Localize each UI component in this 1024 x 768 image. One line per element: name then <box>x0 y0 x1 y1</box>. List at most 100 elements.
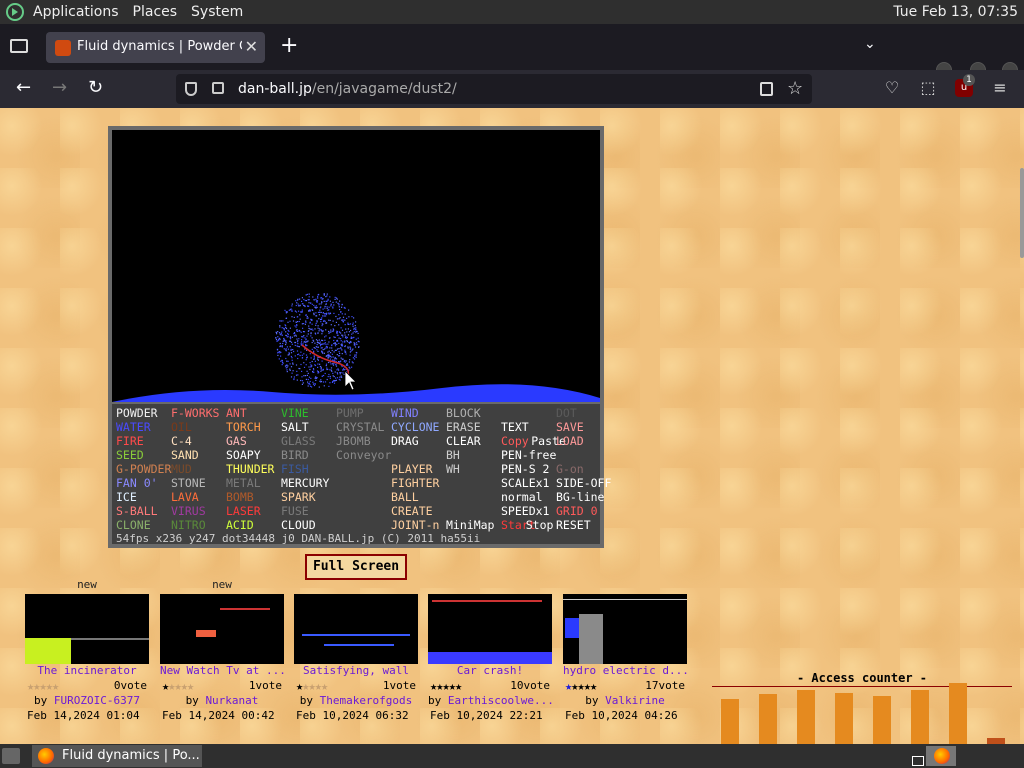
element-mud[interactable]: MUD <box>171 462 192 476</box>
element-bg-line[interactable]: BG-line <box>556 490 604 504</box>
element-glass[interactable]: GLASS <box>281 434 316 448</box>
game-canvas[interactable] <box>112 130 600 402</box>
element-laser[interactable]: LASER <box>226 504 261 518</box>
game-title[interactable]: Satisfying, wall <box>294 664 418 677</box>
firefox-view-icon[interactable] <box>10 39 28 53</box>
places-menu[interactable]: Places <box>126 0 185 24</box>
panel-clock[interactable]: Tue Feb 13, 07:35 <box>893 0 1018 24</box>
element-vine[interactable]: VINE <box>281 406 309 420</box>
element-c-4[interactable]: C-4 <box>171 434 192 448</box>
element-torch[interactable]: TORCH <box>226 420 261 434</box>
element-fan-0-[interactable]: FAN 0' <box>116 476 158 490</box>
element-side-off[interactable]: SIDE-OFF <box>556 476 611 490</box>
page-scrollbar[interactable] <box>1020 168 1024 258</box>
element-fighter[interactable]: FIGHTER <box>391 476 439 490</box>
element-virus[interactable]: VIRUS <box>171 504 206 518</box>
element-minimap[interactable]: MiniMap <box>446 518 494 532</box>
author-link[interactable]: Valkirine <box>605 694 665 707</box>
element-ball[interactable]: BALL <box>391 490 419 504</box>
url-bar[interactable]: dan-ball.jp/en/javagame/dust2/ ☆ <box>176 74 812 104</box>
list-all-tabs-icon[interactable]: ⌄ <box>864 36 876 52</box>
reload-icon[interactable]: ↻ <box>88 78 103 98</box>
element-speedx1[interactable]: SPEEDx1 <box>501 504 549 518</box>
element-pen-s-2[interactable]: PEN-S 2 <box>501 462 549 476</box>
element-ant[interactable]: ANT <box>226 406 247 420</box>
element-salt[interactable]: SALT <box>281 420 309 434</box>
game-title[interactable]: The incinerator <box>25 664 149 677</box>
element-text[interactable]: TEXT <box>501 420 529 434</box>
element-crystal[interactable]: CRYSTAL <box>336 420 384 434</box>
element-acid[interactable]: ACID <box>226 518 254 532</box>
bookmark-star-icon[interactable]: ☆ <box>787 74 803 104</box>
author-link[interactable]: Nurkanat <box>205 694 258 707</box>
element-lava[interactable]: LAVA <box>171 490 199 504</box>
game-thumbnail[interactable] <box>428 594 552 664</box>
element-ice[interactable]: ICE <box>116 490 137 504</box>
element-g-powder[interactable]: G-POWDER <box>116 462 171 476</box>
game-title[interactable]: Car crash! <box>428 664 552 677</box>
element-erase[interactable]: ERASE <box>446 420 481 434</box>
element-jbomb[interactable]: JBOMB <box>336 434 371 448</box>
author-link[interactable]: Earthiscoolwe... <box>448 694 554 707</box>
element-fire[interactable]: FIRE <box>116 434 144 448</box>
element-spark[interactable]: SPARK <box>281 490 316 504</box>
element-clear[interactable]: CLEAR <box>446 434 481 448</box>
element-cyclone[interactable]: CYCLONE <box>391 420 439 434</box>
element-sand[interactable]: SAND <box>171 448 199 462</box>
hamburger-menu-icon[interactable]: ≡ <box>991 79 1009 97</box>
applications-menu[interactable]: Applications <box>26 0 126 24</box>
element-copy[interactable]: Copy <box>501 434 529 448</box>
element-powder[interactable]: POWDER <box>116 406 158 420</box>
element-f-works[interactable]: F-WORKS <box>171 406 219 420</box>
element-create[interactable]: CREATE <box>391 504 433 518</box>
element-bh[interactable]: BH <box>446 448 460 462</box>
gnome-foot-icon[interactable] <box>6 3 24 21</box>
tab-active[interactable]: Fluid dynamics | Powder Game ✕ <box>46 32 265 63</box>
game-title[interactable]: hydro electric d... <box>563 664 687 677</box>
element-fish[interactable]: FISH <box>281 462 309 476</box>
element-cloud[interactable]: CLOUD <box>281 518 316 532</box>
element-wind[interactable]: WIND <box>391 406 419 420</box>
element-g-on[interactable]: G-on <box>556 462 584 476</box>
pocket-icon[interactable]: ♡ <box>883 79 901 97</box>
game-thumbnail[interactable] <box>563 594 687 664</box>
element-scalex1[interactable]: SCALEx1 <box>501 476 549 490</box>
game-thumbnail[interactable] <box>294 594 418 664</box>
element-seed[interactable]: SEED <box>116 448 144 462</box>
element-bird[interactable]: BIRD <box>281 448 309 462</box>
element-thunder[interactable]: THUNDER <box>226 462 274 476</box>
site-lock-icon[interactable] <box>212 82 224 94</box>
element-nitro[interactable]: NITRO <box>171 518 206 532</box>
element-bomb[interactable]: BOMB <box>226 490 254 504</box>
close-tab-icon[interactable]: ✕ <box>245 37 258 56</box>
element-gas[interactable]: GAS <box>226 434 247 448</box>
element-pen-free[interactable]: PEN-free <box>501 448 556 462</box>
element-block[interactable]: BLOCK <box>446 406 481 420</box>
element-soapy[interactable]: SOAPY <box>226 448 261 462</box>
workspace-switcher-icon[interactable] <box>912 756 924 766</box>
element-metal[interactable]: METAL <box>226 476 261 490</box>
element-load[interactable]: LOAD <box>556 434 584 448</box>
show-desktop-icon[interactable] <box>2 748 20 764</box>
element-pump[interactable]: PUMP <box>336 406 364 420</box>
game-title[interactable]: New Watch Tv at ... <box>160 664 284 677</box>
taskbar-firefox-window[interactable]: Fluid dynamics | Po... <box>32 745 202 767</box>
element-drag[interactable]: DRAG <box>391 434 419 448</box>
element-oil[interactable]: OIL <box>171 420 192 434</box>
game-thumbnail[interactable] <box>25 594 149 664</box>
element-reset[interactable]: RESET <box>556 518 591 532</box>
element-conveyor[interactable]: Conveyor <box>336 448 391 462</box>
element-grid-0[interactable]: GRID 0 <box>556 504 598 518</box>
element-water[interactable]: WATER <box>116 420 151 434</box>
element-stone[interactable]: STONE <box>171 476 206 490</box>
element-joint-n[interactable]: JOINT-n <box>391 518 439 532</box>
author-link[interactable]: FUROZOIC-6377 <box>54 694 140 707</box>
element-normal[interactable]: normal <box>501 490 543 504</box>
back-icon[interactable]: ← <box>16 78 31 98</box>
element-s-ball[interactable]: S-BALL <box>116 504 158 518</box>
system-menu[interactable]: System <box>184 0 250 24</box>
element-stop[interactable]: Stop <box>526 518 554 532</box>
extensions-puzzle-icon[interactable]: ⬚ <box>919 79 937 97</box>
element-mercury[interactable]: MERCURY <box>281 476 329 490</box>
game-thumbnail[interactable] <box>160 594 284 664</box>
